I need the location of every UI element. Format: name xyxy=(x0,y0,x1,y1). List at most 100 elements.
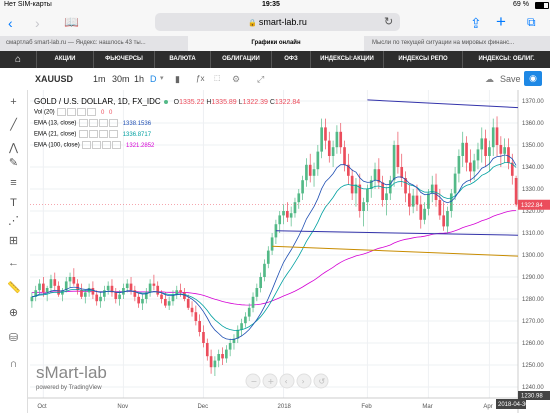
chevron-down-icon[interactable]: ▾ xyxy=(160,74,164,82)
candle-body xyxy=(282,211,285,216)
reload-icon[interactable]: ↻ xyxy=(384,15,393,28)
bookmarks-icon[interactable]: 📖 xyxy=(64,15,79,29)
new-tab-icon[interactable]: + xyxy=(496,12,506,32)
candle-body xyxy=(495,127,499,145)
price-tick-label: 1280.00 xyxy=(522,297,544,303)
candle-body xyxy=(167,301,171,306)
legend-ema21-row: EMA (21, close) 1336.8717 xyxy=(34,130,300,141)
candles-type-icon[interactable]: ▮ xyxy=(175,74,180,85)
zoom-in-icon-glyph: + xyxy=(268,377,275,386)
trend-line-icon[interactable]: ╱ xyxy=(7,119,20,132)
interval-d[interactable]: D xyxy=(150,74,157,84)
tabs-icon[interactable]: ⧉ xyxy=(527,15,536,30)
fullscreen-icon[interactable]: ⤢ xyxy=(257,74,264,85)
tab-charts[interactable]: Графики онлайн xyxy=(188,36,364,51)
gear-icon[interactable] xyxy=(67,108,77,116)
candle-body xyxy=(160,294,163,299)
back-icon[interactable]: ‹ xyxy=(8,15,13,31)
candle-body xyxy=(57,285,60,295)
cloud-icon[interactable]: ☁ xyxy=(485,74,494,85)
nav-item-currency[interactable]: ВАЛЮТА xyxy=(155,51,211,68)
smartlab-logo: sMart-lab xyxy=(36,363,107,382)
symbol-input[interactable]: XAUUSD xyxy=(35,74,73,84)
settings-icon[interactable]: ⚙ xyxy=(232,74,240,85)
price-tick-label: 1370.00 xyxy=(522,99,544,105)
ema100-label: EMA (100, close) xyxy=(34,142,80,149)
eye-icon[interactable] xyxy=(82,141,92,149)
text-icon[interactable]: T xyxy=(7,197,20,210)
fib-icon[interactable]: ≡ xyxy=(7,177,20,190)
candle-body xyxy=(125,283,129,288)
address-bar[interactable]: 🔒 smart-lab.ru xyxy=(155,13,400,31)
price-tick-label: 1240.00 xyxy=(522,385,544,391)
camera-icon[interactable]: ◉ xyxy=(524,71,542,86)
tab-yandex[interactable]: смартлаб smart-lab.ru — Яндекс: нашлось … xyxy=(6,36,176,51)
candle-body xyxy=(42,283,45,293)
lock-drawings-icon[interactable]: ⛁ xyxy=(7,332,20,345)
magnet-icon[interactable]: ∩ xyxy=(7,358,20,371)
eye-icon[interactable] xyxy=(57,108,67,116)
candle-body xyxy=(465,142,468,163)
candle-body xyxy=(263,263,266,277)
eye-icon[interactable] xyxy=(79,119,89,127)
close-icon[interactable] xyxy=(99,119,109,127)
candle-body xyxy=(457,156,461,174)
home-icon[interactable]: ⌂ xyxy=(0,51,37,68)
candle-body xyxy=(381,182,384,200)
low-price-label: 1230.98 xyxy=(521,394,543,400)
scroll-right-icon-glyph: › xyxy=(302,377,305,386)
candle-body xyxy=(99,296,102,302)
legend-ema13-row: EMA (13, close) 1338.1536 xyxy=(34,119,300,130)
nav-item-ofz[interactable]: ОФЗ xyxy=(272,51,311,68)
gear-icon[interactable] xyxy=(92,141,102,149)
gear-icon[interactable] xyxy=(89,119,99,127)
crosshair-icon[interactable]: + xyxy=(7,96,20,109)
candle-body xyxy=(53,279,57,286)
nav-item-bond-indices[interactable]: ИНДЕКСЫ: ОБЛИГ. xyxy=(463,51,550,68)
interval-1m[interactable]: 1m xyxy=(93,74,106,84)
price-tick-label: 1320.00 xyxy=(522,209,544,215)
nav-item-bonds[interactable]: ОБЛИГАЦИИ xyxy=(211,51,272,68)
gann-icon[interactable]: ⊞ xyxy=(7,235,20,248)
more-icon[interactable] xyxy=(112,141,122,149)
more-icon[interactable] xyxy=(87,108,97,116)
candle-body xyxy=(80,290,83,297)
nav-item-repo-indices[interactable]: ИНДЕКСЫ РЕПО xyxy=(384,51,463,68)
measure-icon[interactable]: 📏 xyxy=(7,282,21,295)
nav-item-futures[interactable]: ФЬЮЧЕРСЫ xyxy=(94,51,155,68)
brush-icon[interactable]: ✎ xyxy=(7,157,20,170)
compare-icon[interactable]: ⬚ xyxy=(214,74,221,82)
eye-icon[interactable] xyxy=(79,130,89,138)
vol-value-1: 0 xyxy=(101,109,105,116)
more-icon[interactable] xyxy=(109,130,119,138)
ema100-value: 1321.2852 xyxy=(126,142,155,149)
chart-legend: GOLD / U.S. DOLLAR, 1D, FX_IDC O1335.22 … xyxy=(34,97,300,152)
nav-item-stocks[interactable]: АКЦИИ xyxy=(37,51,94,68)
candle-body xyxy=(514,178,518,205)
candle-body xyxy=(247,307,251,317)
candle-body xyxy=(137,296,140,304)
back-arrow-icon[interactable]: ← xyxy=(7,257,20,270)
close-icon[interactable] xyxy=(77,108,87,116)
open-value: 1335.22 xyxy=(179,99,205,106)
candle-body xyxy=(228,343,232,350)
zoom-icon[interactable]: ⊕ xyxy=(7,307,20,320)
pattern-icon[interactable]: ⋰ xyxy=(7,215,20,228)
interval-1h[interactable]: 1h xyxy=(134,74,144,84)
nav-item-stock-indices[interactable]: ИНДЕКСЫ:АКЦИИ xyxy=(311,51,384,68)
pitchfork-icon[interactable]: ⋀ xyxy=(7,142,20,155)
more-icon[interactable] xyxy=(109,119,119,127)
interval-30m[interactable]: 30m xyxy=(112,74,130,84)
indicators-fx-icon[interactable]: ƒx xyxy=(196,74,204,83)
save-button[interactable]: Save xyxy=(500,74,521,84)
time-tick-label: Oct xyxy=(37,404,47,410)
share-icon[interactable]: ⇪ xyxy=(470,15,482,32)
close-icon[interactable] xyxy=(99,130,109,138)
close-icon[interactable] xyxy=(102,141,112,149)
forward-icon[interactable]: › xyxy=(35,15,40,31)
candle-body xyxy=(244,316,247,324)
candle-body xyxy=(114,292,118,299)
candle-body xyxy=(472,160,476,172)
tab-thoughts[interactable]: Мысли по текущей ситуации на мировых фин… xyxy=(372,36,547,51)
gear-icon[interactable] xyxy=(89,130,99,138)
